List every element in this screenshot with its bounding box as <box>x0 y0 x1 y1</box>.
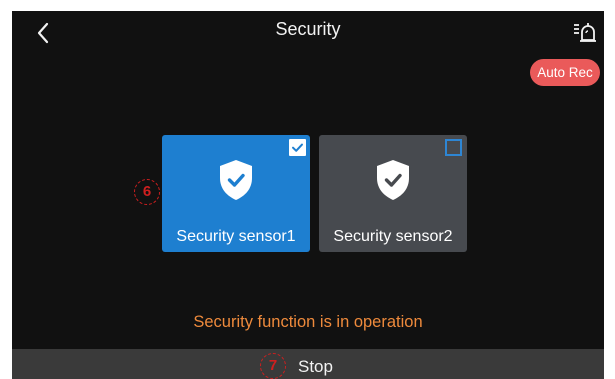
sensor-1-label: Security sensor1 <box>176 228 296 245</box>
auto-rec-button[interactable]: Auto Rec <box>530 59 600 86</box>
stop-button[interactable]: 7 Stop <box>12 349 604 379</box>
sensor-card-2[interactable]: Security sensor2 <box>319 135 467 252</box>
alarm-log-button[interactable] <box>572 20 600 46</box>
shield-check-icon <box>377 160 409 200</box>
status-message: Security function is in operation <box>193 313 423 331</box>
callout-marker-7: 7 <box>260 353 286 379</box>
stop-button-label: Stop <box>298 357 333 376</box>
alarm-list-icon <box>574 23 596 42</box>
page-title: Security <box>275 19 341 39</box>
security-screen: Security Auto Rec Security sensor1 Secur… <box>12 11 604 379</box>
sensor-2-label: Security sensor2 <box>333 228 453 245</box>
checkmark-icon <box>292 143 303 152</box>
callout-marker-6: 6 <box>134 179 160 205</box>
sensor-1-checkbox[interactable] <box>289 139 306 156</box>
sensor-card-1[interactable]: Security sensor1 <box>162 135 310 252</box>
sensor-2-checkbox[interactable] <box>445 139 462 156</box>
shield-check-icon <box>220 160 252 200</box>
